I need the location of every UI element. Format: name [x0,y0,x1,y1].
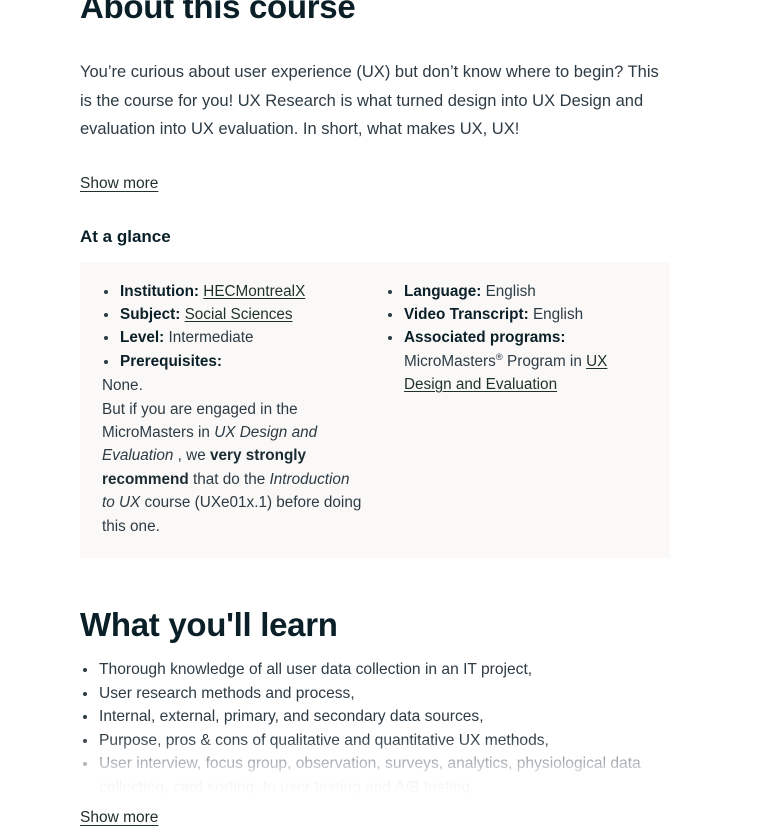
prereq-text-b: , we [173,447,210,465]
video-transcript-value: English [532,305,584,323]
fact-language: Language: English [386,280,648,303]
associated-programs-label: Associated programs: [404,329,566,347]
language-value: English [485,282,536,300]
fact-video-transcript: Video Transcript: English [386,303,648,326]
prereq-line-none: None. [102,377,143,395]
list-item: Internal, external, primary, and seconda… [80,705,660,729]
course-facts-list-left: Institution: HECMontrealX Subject: Socia… [102,280,364,538]
subject-label: Subject: [120,305,181,323]
at-a-glance-right-column: Language: English Video Transcript: Engl… [386,280,648,538]
fact-prerequisites: Prerequisites: [102,350,364,373]
prereq-text-c: that do the [188,470,270,488]
registered-trademark-icon: ® [495,351,503,363]
prereq-text-d: course (UXe01x.1) before doing this one. [102,494,362,535]
page-title: About this course [80,0,356,25]
at-a-glance-left-column: Institution: HECMontrealX Subject: Socia… [102,280,364,538]
what-you-learn-title: What you'll learn [80,605,338,643]
fact-institution: Institution: HECMontrealX [102,280,364,303]
subject-link[interactable]: Social Sciences [185,306,293,323]
course-description: You’re curious about user experience (UX… [80,63,659,138]
learn-show-more-link[interactable]: Show more [80,808,158,828]
associated-programs-value: MicroMasters® Program in UX Design and E… [404,350,648,397]
level-label: Level: [120,329,165,347]
language-label: Language: [404,282,482,300]
course-about-page: About this course You’re curious about u… [0,0,762,836]
prerequisites-label: Prerequisites: [120,352,223,370]
fact-associated-programs: Associated programs: MicroMasters® Progr… [386,326,648,396]
fact-subject: Subject: Social Sciences [102,303,364,326]
about-show-more-link[interactable]: Show more [80,174,158,194]
at-a-glance-heading: At a glance [80,226,171,246]
fact-level: Level: Intermediate [102,326,364,349]
program-name-prefix: MicroMasters [404,352,496,370]
program-name-middle: Program in [502,352,587,370]
list-item: User research methods and process, [80,682,660,706]
list-item: Thorough knowledge of all user data coll… [80,658,660,682]
what-you-learn-list: Thorough knowledge of all user data coll… [80,658,680,800]
page-content: About this course You’re curious about u… [80,0,680,800]
course-facts-list-right: Language: English Video Transcript: Engl… [386,280,648,397]
at-a-glance-panel: Institution: HECMontrealX Subject: Socia… [80,261,670,558]
level-value: Intermediate [168,329,254,347]
institution-link[interactable]: HECMontrealX [203,283,305,300]
prerequisites-detail: None. But if you are engaged in the Micr… [102,374,364,538]
video-transcript-label: Video Transcript: [404,305,529,323]
learn-show-more-container: Show more [80,808,159,828]
list-item: Purpose, pros & cons of qualitative and … [80,729,660,753]
list-item: User interview, focus group, observation… [80,752,660,799]
institution-label: Institution: [120,282,200,300]
